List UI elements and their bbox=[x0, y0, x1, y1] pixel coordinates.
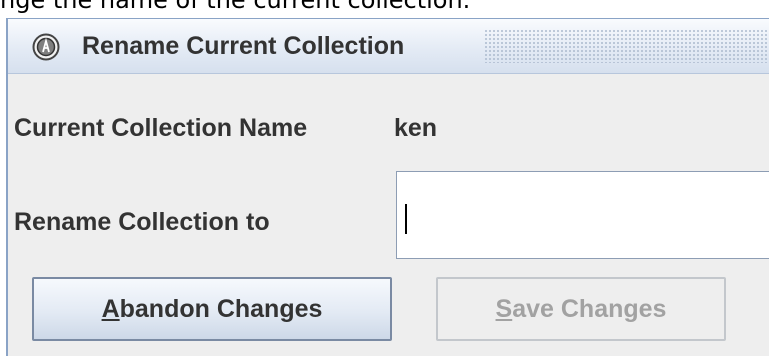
save-button-label: ave Changes bbox=[512, 295, 667, 323]
rename-collection-dialog: Rename Current Collection Current Collec… bbox=[6, 18, 769, 356]
dialog-title: Rename Current Collection bbox=[82, 32, 405, 60]
instruction-text: nge the name of the current collection. bbox=[0, 0, 471, 14]
rename-collection-label: Rename Collection to bbox=[14, 208, 270, 236]
save-button-mnemonic: S bbox=[495, 295, 513, 323]
abandon-button-label: bandon Changes bbox=[119, 295, 323, 323]
app-logo-icon bbox=[32, 33, 60, 61]
save-changes-button[interactable]: Save Changes bbox=[436, 277, 726, 341]
current-collection-name-value: ken bbox=[394, 114, 438, 142]
abandon-changes-button[interactable]: Abandon Changes bbox=[32, 277, 392, 341]
titlebar-texture bbox=[484, 29, 769, 63]
current-collection-name-label: Current Collection Name bbox=[14, 114, 308, 142]
abandon-button-mnemonic: A bbox=[101, 295, 120, 323]
dialog-titlebar[interactable]: Rename Current Collection bbox=[8, 19, 769, 74]
text-caret bbox=[405, 204, 407, 234]
rename-collection-input[interactable] bbox=[396, 171, 769, 259]
